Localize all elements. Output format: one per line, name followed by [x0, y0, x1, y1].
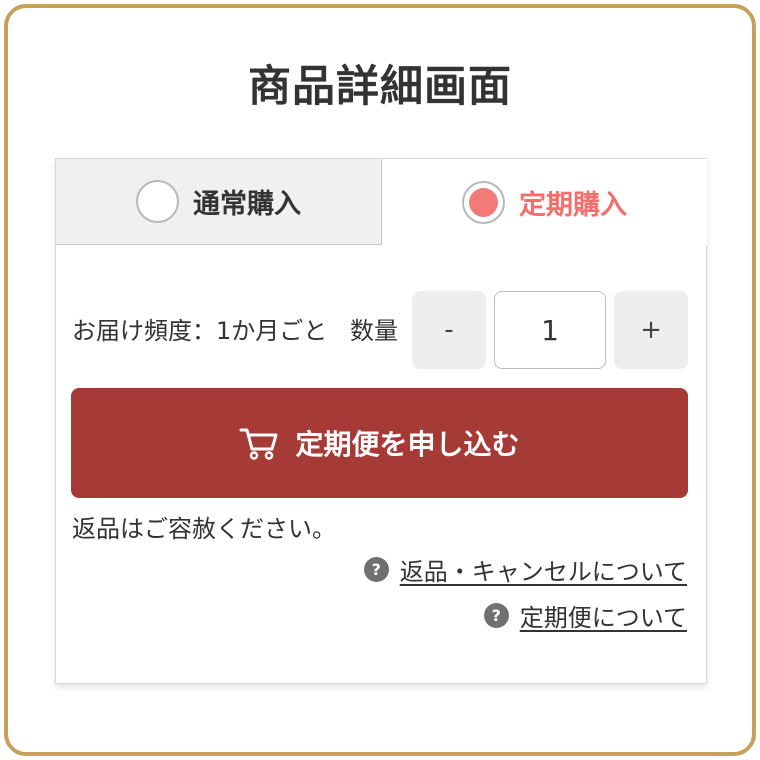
return-note: 返品はご容赦ください。 — [72, 515, 336, 543]
radio-checked-icon[interactable] — [462, 180, 505, 224]
page-title: 商品詳細画面 — [248, 62, 512, 112]
tab-label: 定期購入 — [519, 189, 627, 221]
quantity-input[interactable]: 1 — [494, 291, 606, 369]
delivery-frequency: お届け頻度：1か月ごと — [72, 317, 328, 345]
question-icon: ? — [363, 556, 389, 582]
purchase-panel: 通常購入 定期購入 お届け頻度：1か月ごと 数量 - 1 + 定期便を申し込む … — [55, 158, 707, 684]
subscribe-button[interactable]: 定期便を申し込む — [71, 388, 688, 498]
cart-icon — [239, 426, 279, 460]
returns-cancellation-link[interactable]: ? 返品・キャンセルについて — [363, 552, 687, 587]
subscription-info-link[interactable]: ? 定期便について — [483, 598, 687, 633]
tab-label: 通常購入 — [193, 189, 301, 220]
quantity-decrement-button[interactable]: - — [412, 291, 486, 369]
tab-one-time-purchase[interactable]: 通常購入 — [56, 159, 382, 245]
quantity-label: 数量 — [350, 317, 398, 345]
subscribe-button-label: 定期便を申し込む — [295, 428, 520, 461]
quantity-increment-button[interactable]: + — [614, 291, 688, 369]
link-label[interactable]: 定期便について — [520, 598, 687, 633]
tab-subscription-purchase[interactable]: 定期購入 — [382, 159, 707, 245]
question-icon: ? — [483, 602, 509, 628]
radio-unchecked-icon[interactable] — [136, 180, 179, 223]
link-label[interactable]: 返品・キャンセルについて — [400, 552, 687, 587]
